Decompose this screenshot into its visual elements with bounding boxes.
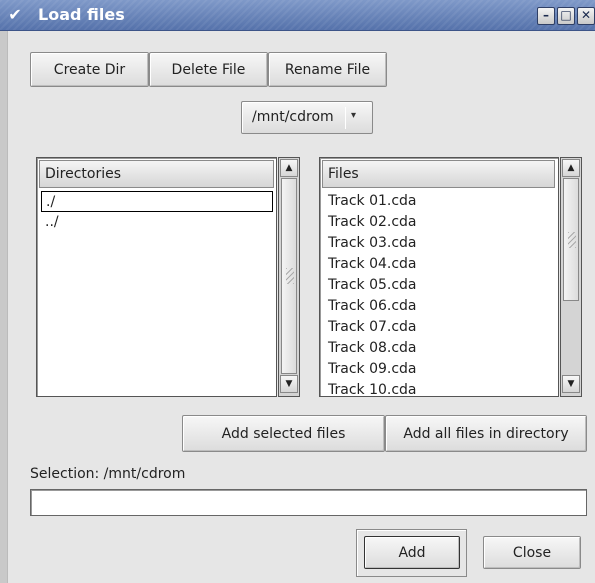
files-scrollbar[interactable]: ▲ ▼ (560, 157, 582, 397)
directories-scrollbar[interactable]: ▲ ▼ (278, 157, 300, 397)
file-item[interactable]: Track 06.cda (324, 296, 417, 317)
file-item[interactable]: Track 05.cda (324, 275, 417, 296)
window-menu-icon[interactable]: ✔ (6, 6, 24, 24)
directories-scroll-thumb[interactable] (281, 178, 297, 374)
selection-input[interactable] (30, 489, 587, 516)
file-item[interactable]: Track 04.cda (324, 254, 417, 275)
directory-item[interactable]: ./ (41, 191, 273, 212)
files-scroll-thumb[interactable] (563, 178, 579, 301)
rename-file-button[interactable]: Rename File (268, 52, 387, 87)
load-files-dialog: ✔ Load files – □ ✕ Create Dir Delete Fil… (0, 0, 595, 583)
scroll-up-arrow-icon[interactable]: ▲ (280, 159, 298, 177)
file-item[interactable]: Track 02.cda (324, 212, 417, 233)
directories-list[interactable]: Directories ./ ../ (36, 157, 277, 397)
title-bar[interactable]: ✔ Load files – □ ✕ (0, 0, 595, 31)
path-dropdown[interactable]: /mnt/cdrom ▾ (241, 101, 373, 134)
scroll-down-arrow-icon[interactable]: ▼ (562, 375, 580, 393)
files-list[interactable]: Files Track 01.cda Track 02.cda Track 03… (319, 157, 559, 397)
add-all-files-button[interactable]: Add all files in directory (385, 415, 587, 452)
file-item[interactable]: Track 09.cda (324, 359, 417, 380)
selection-label: Selection: /mnt/cdrom (30, 466, 186, 482)
chevron-down-icon[interactable]: ▾ (351, 110, 356, 121)
grip-icon (568, 231, 576, 248)
file-item[interactable]: Track 01.cda (324, 191, 417, 212)
file-item[interactable]: Track 08.cda (324, 338, 417, 359)
directory-item[interactable]: ../ (41, 212, 273, 233)
path-dropdown-value: /mnt/cdrom (252, 109, 334, 125)
add-button[interactable]: Add (364, 536, 460, 569)
delete-file-button[interactable]: Delete File (149, 52, 268, 87)
maximize-button[interactable]: □ (557, 7, 575, 25)
dropdown-separator (345, 107, 346, 129)
files-column-header[interactable]: Files (322, 160, 555, 188)
close-window-button[interactable]: ✕ (577, 7, 595, 25)
file-item[interactable]: Track 03.cda (324, 233, 417, 254)
minimize-button[interactable]: – (537, 7, 555, 25)
close-button[interactable]: Close (483, 536, 581, 569)
create-dir-button[interactable]: Create Dir (30, 52, 149, 87)
window-left-border (0, 31, 8, 583)
file-item[interactable]: Track 10.cda (324, 380, 417, 396)
scroll-up-arrow-icon[interactable]: ▲ (562, 159, 580, 177)
window-title: Load files (38, 5, 125, 24)
grip-icon (286, 268, 294, 284)
add-selected-files-button[interactable]: Add selected files (182, 415, 385, 452)
directories-column-header[interactable]: Directories (39, 160, 274, 188)
scroll-down-arrow-icon[interactable]: ▼ (280, 375, 298, 393)
file-item[interactable]: Track 07.cda (324, 317, 417, 338)
